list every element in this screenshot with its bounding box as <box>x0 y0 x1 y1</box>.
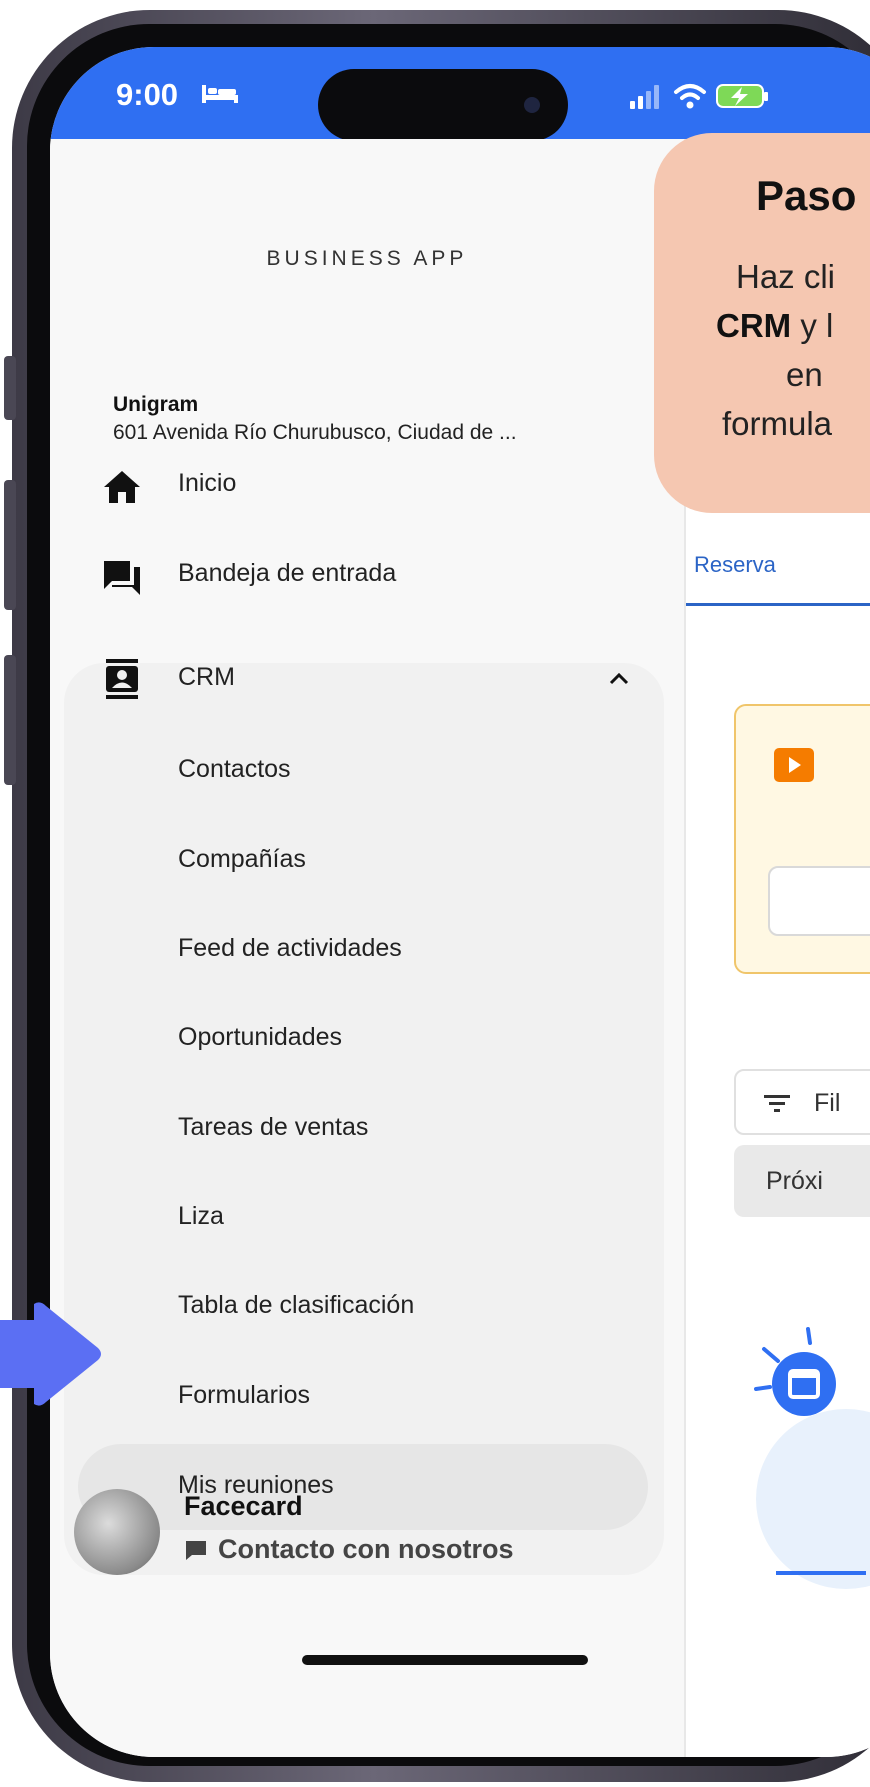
crm-item-label: Contactos <box>178 755 291 783</box>
callout-bold-crm: CRM <box>716 307 792 344</box>
crm-item-label: Feed de actividades <box>178 934 402 962</box>
crm-item-label: Oportunidades <box>178 1023 343 1051</box>
crm-item-leaderboard[interactable]: Tabla de clasificación <box>50 1271 684 1343</box>
status-time: 9:00 <box>116 77 179 112</box>
mute-switch <box>4 356 16 420</box>
crm-item-forms[interactable]: Formularios <box>50 1361 684 1433</box>
signal-icon <box>630 85 659 109</box>
crm-item-opportunities[interactable]: Oportunidades <box>50 1003 684 1075</box>
business-address: 601 Avenida Río Churubusco, Ciudad de ..… <box>113 421 517 444</box>
volume-down-button <box>4 655 16 785</box>
volume-up-button <box>4 480 16 610</box>
arrow-right-icon <box>0 1302 101 1406</box>
video-promo-card <box>734 704 870 974</box>
crm-item-label: Tareas de ventas <box>178 1113 369 1141</box>
camera-icon <box>524 97 540 113</box>
filter-button[interactable]: Fil <box>734 1069 870 1135</box>
chevron-up-icon[interactable] <box>608 671 630 687</box>
tab-underline <box>686 603 870 606</box>
crm-item-companies[interactable]: Compañías <box>50 825 684 897</box>
wifi-icon <box>674 84 706 109</box>
crm-item-contacts[interactable]: Contactos <box>50 735 684 807</box>
calendar-illustration <box>754 1327 870 1589</box>
tutorial-frame: 9:00 BUSINESS APP Unigram 601 Avenida Rí… <box>0 0 870 1787</box>
nav-label-home: Inicio <box>178 469 237 497</box>
callout-line-1: Haz cli <box>736 258 836 295</box>
bed-icon <box>202 85 238 103</box>
play-icon[interactable] <box>774 748 814 782</box>
nav-item-crm[interactable]: CRM <box>50 645 684 717</box>
nav-label-inbox: Bandeja de entrada <box>178 559 397 587</box>
nav-item-inbox[interactable]: Bandeja de entrada <box>50 541 684 613</box>
contact-us-label: Contacto con nosotros <box>218 1534 514 1564</box>
promo-button[interactable] <box>768 866 870 936</box>
navigation-drawer: BUSINESS APP Unigram 601 Avenida Río Chu… <box>50 139 684 1757</box>
avatar[interactable] <box>74 1489 160 1575</box>
upcoming-label: Próxi <box>766 1167 823 1195</box>
crm-item-sales-tasks[interactable]: Tareas de ventas <box>50 1093 684 1165</box>
callout-line-4: formula <box>722 405 833 442</box>
business-name[interactable]: Unigram <box>113 393 198 417</box>
dynamic-island <box>318 69 568 141</box>
profile-name[interactable]: Facecard <box>184 1491 303 1522</box>
crm-item-label: Formularios <box>178 1381 310 1409</box>
home-icon <box>104 471 140 503</box>
upcoming-chip[interactable]: Próxi <box>734 1145 870 1217</box>
nav-label-crm: CRM <box>178 663 235 691</box>
chat-icon <box>186 1540 206 1560</box>
crm-item-liza[interactable]: Liza <box>50 1182 684 1254</box>
battery-charging-icon <box>716 84 768 108</box>
nav-item-home[interactable]: Inicio <box>50 451 684 523</box>
tab-reservations[interactable]: Reserva <box>694 552 776 578</box>
crm-item-label: Compañías <box>178 845 306 873</box>
status-bar: 9:00 <box>50 47 870 141</box>
callout-title: Paso <box>756 172 857 219</box>
crm-item-label: Tabla de clasificación <box>178 1291 415 1319</box>
home-indicator[interactable] <box>302 1655 588 1665</box>
contact-us-link[interactable]: Contacto con nosotros <box>184 1534 514 1565</box>
status-icons <box>630 84 768 109</box>
chat-bubbles-icon <box>104 561 140 595</box>
contact-card-icon <box>106 659 138 699</box>
crm-item-label: Liza <box>178 1202 224 1230</box>
filter-icon <box>764 1095 790 1112</box>
callout-line-3: en <box>786 356 823 393</box>
filter-label: Fil <box>814 1089 841 1117</box>
app-name: BUSINESS APP <box>266 247 468 270</box>
crm-item-activity-feed[interactable]: Feed de actividades <box>50 914 684 986</box>
callout-line-2: CRM y l <box>716 307 833 345</box>
callout-line-2-rest: y l <box>791 307 834 344</box>
